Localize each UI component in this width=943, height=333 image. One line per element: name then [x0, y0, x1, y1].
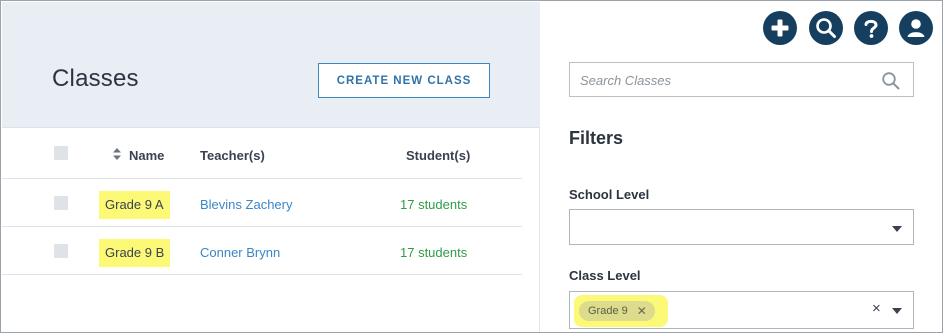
- chip-label: Grade 9: [588, 305, 628, 317]
- clear-icon[interactable]: ×: [872, 300, 881, 317]
- chevron-down-icon: [892, 226, 902, 232]
- help-icon: [864, 19, 878, 38]
- search-classes-input[interactable]: [580, 70, 870, 90]
- school-level-select[interactable]: [569, 209, 914, 245]
- table-row: Grade 9 B Conner Brynn 17 students: [2, 227, 522, 275]
- students-link[interactable]: 17 students: [400, 245, 467, 260]
- add-button[interactable]: [763, 11, 797, 45]
- filters-title: Filters: [569, 128, 624, 148]
- select-all-checkbox[interactable]: [54, 146, 68, 160]
- row-checkbox[interactable]: [54, 244, 68, 258]
- app-frame: Classes CREATE NEW CLASS Name Teacher(s)…: [0, 0, 943, 333]
- search-icon: [816, 18, 836, 38]
- column-header-name[interactable]: Name: [129, 148, 164, 163]
- sort-icon[interactable]: [112, 147, 122, 161]
- help-button[interactable]: [854, 11, 888, 45]
- class-level-label: Class Level: [569, 268, 641, 283]
- search-button[interactable]: [809, 11, 843, 45]
- classes-panel: Classes CREATE NEW CLASS Name Teacher(s)…: [2, 2, 540, 332]
- page-header: Classes CREATE NEW CLASS: [2, 2, 540, 128]
- filter-panel: Filters School Level Class Level Grade 9…: [541, 2, 942, 332]
- chip-remove-icon[interactable]: ✕: [637, 304, 647, 318]
- table-header: Name Teacher(s) Student(s): [2, 129, 522, 179]
- teacher-link[interactable]: Conner Brynn: [200, 245, 280, 260]
- class-name[interactable]: Grade 9 A: [99, 191, 170, 219]
- search-classes-box: [569, 62, 914, 97]
- column-header-teacher[interactable]: Teacher(s): [200, 148, 265, 163]
- search-icon[interactable]: [881, 71, 901, 91]
- teacher-link[interactable]: Blevins Zachery: [200, 197, 292, 212]
- plus-icon: [771, 19, 789, 37]
- column-header-students[interactable]: Student(s): [406, 148, 470, 163]
- class-name[interactable]: Grade 9 B: [99, 239, 171, 267]
- create-new-class-button[interactable]: CREATE NEW CLASS: [318, 63, 490, 98]
- row-checkbox[interactable]: [54, 196, 68, 210]
- page-title: Classes: [52, 65, 139, 92]
- students-link[interactable]: 17 students: [400, 197, 467, 212]
- chevron-down-icon[interactable]: [892, 308, 902, 314]
- school-level-label: School Level: [569, 187, 650, 202]
- profile-button[interactable]: [899, 11, 933, 45]
- class-level-select[interactable]: Grade 9 ✕ ×: [569, 291, 914, 329]
- table-row: Grade 9 A Blevins Zachery 17 students: [2, 179, 522, 227]
- class-level-chip: Grade 9 ✕: [579, 301, 655, 321]
- user-icon: [907, 19, 925, 37]
